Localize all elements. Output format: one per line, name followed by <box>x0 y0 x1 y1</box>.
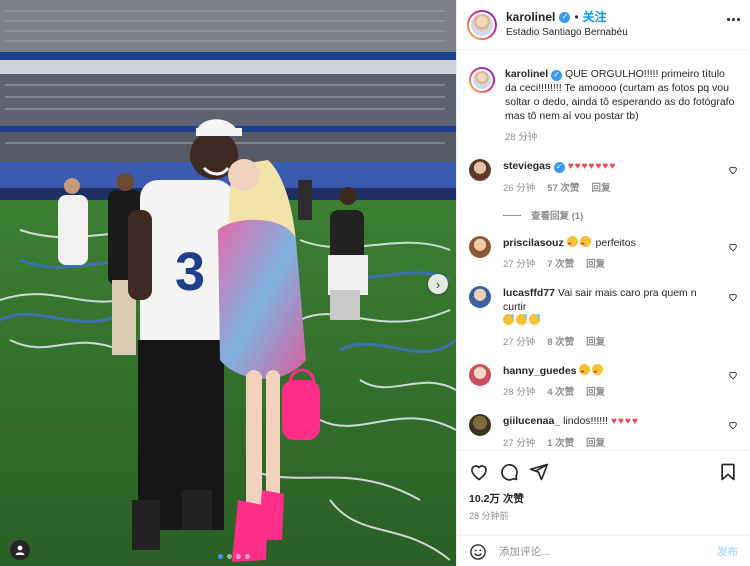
post-comment-button[interactable]: 发布 <box>717 544 738 559</box>
grinning-sweat-emoji-icon <box>529 314 540 325</box>
comment-input[interactable] <box>499 545 717 558</box>
commenter-avatar[interactable] <box>469 364 491 386</box>
author-username[interactable]: karolinel <box>506 10 555 25</box>
carousel-indicator <box>218 554 250 559</box>
verified-badge-icon: ✓ <box>553 161 565 173</box>
post-location[interactable]: Estadio Santiago Bernabéu <box>506 25 628 40</box>
like-comment-heart-icon[interactable] <box>728 420 738 430</box>
stadium-photo: 3 <box>0 0 456 566</box>
heart-eyes-emoji-icon <box>579 364 591 379</box>
post-photo[interactable]: 3 › <box>0 0 456 566</box>
svg-text:3: 3 <box>175 242 205 302</box>
like-heart-icon[interactable] <box>469 462 489 482</box>
separator: • <box>574 9 579 24</box>
like-comment-heart-icon[interactable] <box>728 165 738 175</box>
more-options-icon[interactable] <box>727 18 740 21</box>
carousel-dot <box>236 554 241 559</box>
commenter-avatar[interactable] <box>469 414 491 436</box>
comment-time: 27 分钟 <box>503 337 536 348</box>
carousel-dot <box>245 554 250 559</box>
comment-username[interactable]: lucasffd77 <box>503 287 555 299</box>
comment-item: hanny_guedes 28 分钟 4 次赞 回复 <box>469 364 740 400</box>
caption-avatar[interactable] <box>469 67 495 93</box>
comment-text: lindos!!!!!! <box>563 415 609 427</box>
author-avatar[interactable] <box>467 9 497 40</box>
carousel-next-button[interactable]: › <box>428 274 448 294</box>
commenter-avatar[interactable] <box>469 159 491 181</box>
heart-eyes-emoji-icon <box>579 236 591 251</box>
heart-eyes-emoji-icon <box>592 364 604 379</box>
chevron-right-icon: › <box>435 276 441 292</box>
verified-badge-icon: ✓ <box>559 11 571 23</box>
heart-eyes-emoji-icon <box>566 236 578 251</box>
comment-username[interactable]: priscilasouz <box>503 237 564 249</box>
commenter-avatar[interactable] <box>469 286 491 308</box>
caption-username[interactable]: karolinel <box>505 68 548 80</box>
carousel-dot <box>227 554 232 559</box>
save-bookmark-icon[interactable] <box>718 462 738 482</box>
comment-item: giilucenaa_ lindos!!!!!! ♥♥♥♥ 27 分钟 1 次赞… <box>469 414 740 450</box>
carousel-dot <box>218 554 223 559</box>
grinning-sweat-emoji-icon <box>516 314 527 325</box>
reply-button[interactable]: 回复 <box>591 182 610 196</box>
post-side-panel: karolinel ✓ • 关注 Estadio Santiago Bernab… <box>456 0 750 566</box>
commenter-avatar[interactable] <box>469 236 491 258</box>
comment-likes[interactable]: 1 次赞 <box>547 437 574 450</box>
comment-text: ♥♥♥♥♥♥♥ <box>567 161 617 172</box>
comment-item: lucasffd77 Vai sair mais caro pra quem n… <box>469 286 740 350</box>
post-time: 28 分钟前 <box>469 511 509 521</box>
comment-likes[interactable]: 8 次赞 <box>547 336 574 350</box>
comment-item: priscilasouz perfeitos 27 分钟 7 次赞 回复 <box>469 236 740 272</box>
tagged-users-button[interactable] <box>10 540 30 560</box>
comment-bubble-icon[interactable] <box>499 462 519 482</box>
comment-hearts: ♥♥♥♥ <box>611 416 639 427</box>
emoji-smile-icon[interactable] <box>469 543 487 561</box>
user-icon <box>15 545 25 555</box>
post-header: karolinel ✓ • 关注 Estadio Santiago Bernab… <box>457 0 750 50</box>
like-comment-heart-icon[interactable] <box>728 370 738 380</box>
follow-button[interactable]: 关注 <box>583 10 607 25</box>
caption-time: 28 分钟 <box>505 132 538 143</box>
comment-text: perfeitos <box>595 237 636 249</box>
post-modal: 3 › karolinel ✓ • 关注 Estadio Santiago Be… <box>0 0 750 566</box>
comment-likes[interactable]: 4 次赞 <box>547 386 574 400</box>
comment-item: steviegas ✓ ♥♥♥♥♥♥♥ 26 分钟 57 次赞 回复 <box>469 159 740 196</box>
comment-username[interactable]: hanny_guedes <box>503 365 577 377</box>
comment-time: 28 分钟 <box>503 387 536 398</box>
like-comment-heart-icon[interactable] <box>728 292 738 302</box>
comments-list[interactable]: karolinel ✓ QUE ORGULHO!!!!! primeiro tí… <box>457 51 750 450</box>
post-caption: karolinel ✓ QUE ORGULHO!!!!! primeiro tí… <box>469 67 740 145</box>
comment-username[interactable]: giilucenaa_ <box>503 415 560 427</box>
reply-button[interactable]: 回复 <box>586 437 605 450</box>
verified-badge-icon: ✓ <box>551 69 563 81</box>
reply-button[interactable]: 回复 <box>586 386 605 400</box>
share-send-icon[interactable] <box>529 462 549 482</box>
comment-likes[interactable]: 57 次赞 <box>547 182 579 196</box>
comment-time: 27 分钟 <box>503 259 536 270</box>
comment-time: 26 分钟 <box>503 183 536 194</box>
add-comment-bar: 发布 <box>457 535 750 566</box>
comment-time: 27 分钟 <box>503 438 536 449</box>
like-comment-heart-icon[interactable] <box>728 242 738 252</box>
comment-likes[interactable]: 7 次赞 <box>547 258 574 272</box>
comment-username[interactable]: steviegas <box>503 160 551 172</box>
grinning-sweat-emoji-icon <box>503 314 514 325</box>
reply-button[interactable]: 回复 <box>586 336 605 350</box>
reply-button[interactable]: 回复 <box>586 258 605 272</box>
view-replies-button[interactable]: 查看回复 (1) <box>503 208 740 222</box>
post-actions: 10.2万 次赞 28 分钟前 发布 <box>457 450 750 566</box>
likes-count[interactable]: 10.2万 次赞 <box>469 491 524 506</box>
